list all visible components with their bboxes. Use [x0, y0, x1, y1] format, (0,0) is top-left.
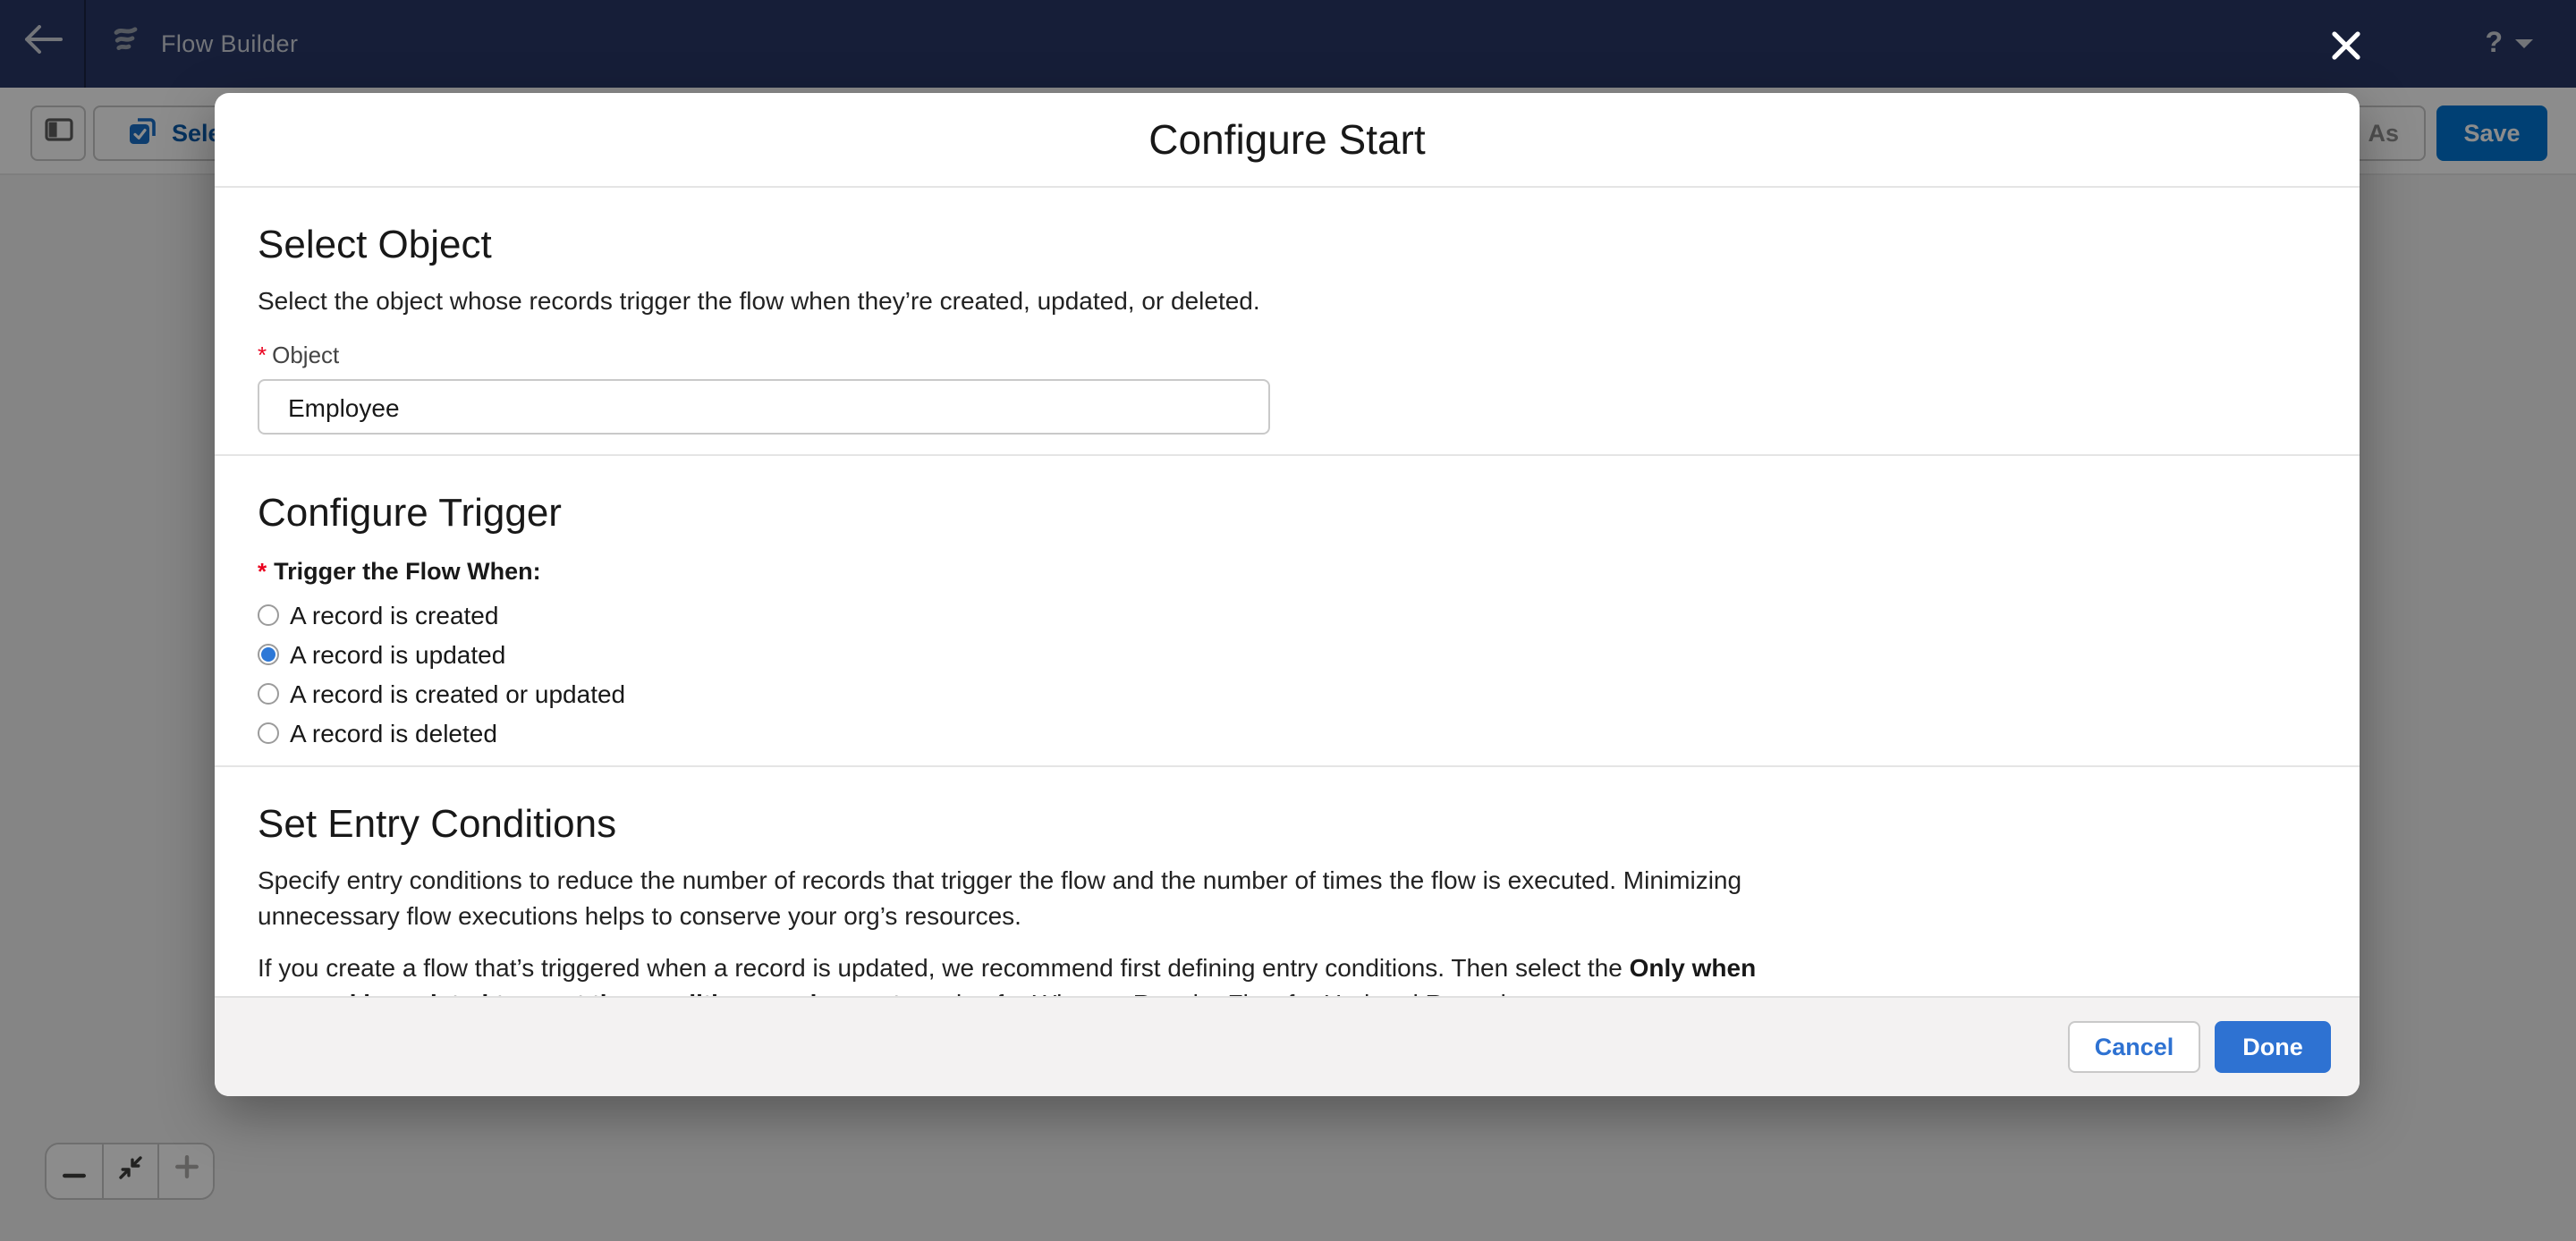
configure-trigger-heading: Configure Trigger — [258, 456, 2317, 535]
modal-header: Configure Start — [215, 93, 2360, 188]
configure-start-modal: Configure Start Select Object Select the… — [215, 93, 2360, 1096]
required-asterisk: * — [258, 340, 267, 370]
radio-icon — [258, 644, 279, 665]
done-button[interactable]: Done — [2215, 1021, 2331, 1073]
configure-trigger-section: Configure Trigger * Trigger the Flow Whe… — [215, 456, 2360, 767]
trigger-radio-group: A record is created A record is updated … — [258, 595, 2317, 765]
radio-icon — [258, 604, 279, 626]
modal-footer: Cancel Done — [215, 996, 2360, 1096]
object-field-label: * Object — [258, 340, 2317, 370]
entry-conditions-section: Set Entry Conditions Specify entry condi… — [215, 767, 2360, 996]
screen: Flow Builder ? Selec — [0, 0, 2576, 1241]
radio-option-created-or-updated[interactable]: A record is created or updated — [258, 674, 2317, 713]
select-object-heading: Select Object — [258, 188, 2317, 266]
select-object-section: Select Object Select the object whose re… — [215, 188, 2360, 456]
radio-option-created[interactable]: A record is created — [258, 595, 2317, 635]
entry-conditions-heading: Set Entry Conditions — [258, 767, 2317, 846]
radio-option-updated[interactable]: A record is updated — [258, 635, 2317, 674]
entry-conditions-paragraph-1: Specify entry conditions to reduce the n… — [258, 864, 1775, 933]
radio-icon — [258, 683, 279, 705]
modal-content: Select Object Select the object whose re… — [215, 188, 2360, 996]
required-asterisk: * — [258, 556, 267, 587]
select-object-description: Select the object whose records trigger … — [258, 284, 2317, 318]
entry-conditions-paragraph-2: If you create a flow that’s triggered wh… — [258, 951, 1775, 996]
radio-option-deleted[interactable]: A record is deleted — [258, 713, 2317, 753]
close-icon[interactable] — [2326, 25, 2365, 64]
modal-title: Configure Start — [1148, 115, 1425, 164]
trigger-when-label: * Trigger the Flow When: — [258, 556, 2317, 587]
cancel-button[interactable]: Cancel — [2068, 1021, 2200, 1073]
radio-icon — [258, 722, 279, 744]
object-input[interactable] — [258, 379, 1270, 435]
